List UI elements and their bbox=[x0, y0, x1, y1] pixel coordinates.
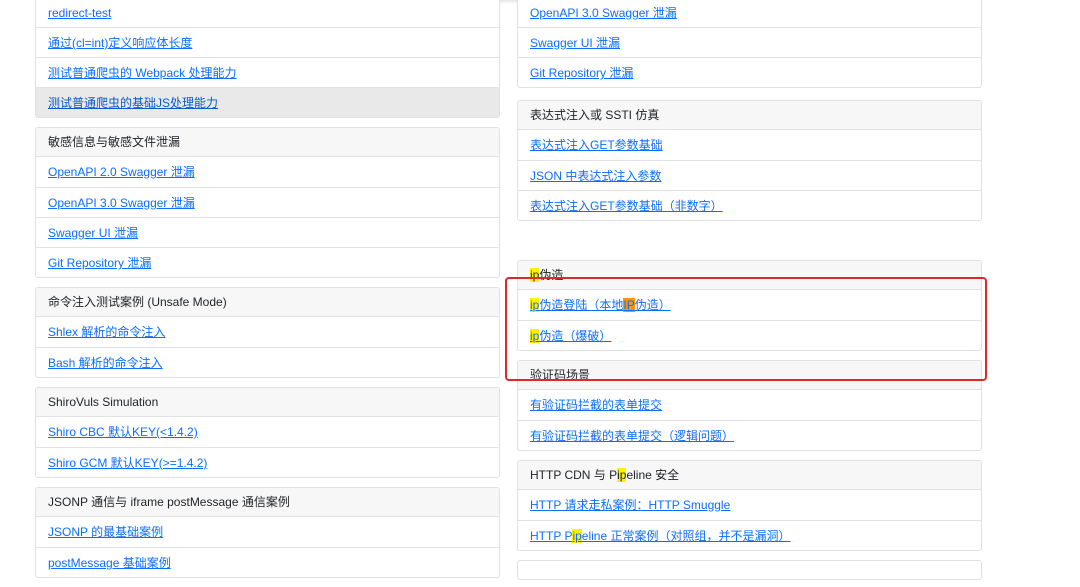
card-ip-spoof: ip伪造 ip伪造登陆（本地IP伪造） ip伪造（爆破） bbox=[517, 260, 982, 351]
list-item: Shiro CBC 默认KEY(<1.4.2) bbox=[36, 417, 499, 447]
link-webpack[interactable]: 测试普通爬虫的 Webpack 处理能力 bbox=[48, 66, 236, 80]
list-item: 表达式注入GET参数基础（非数字） bbox=[518, 190, 981, 220]
card-header: HTTP CDN 与 Pipeline 安全 bbox=[518, 461, 981, 490]
link-git-repo-right[interactable]: Git Repository 泄漏 bbox=[530, 66, 633, 80]
card-http-cdn-pipeline: HTTP CDN 与 Pipeline 安全 HTTP 请求走私案例：HTTP … bbox=[517, 460, 982, 551]
link-ssti-json[interactable]: JSON 中表达式注入参数 bbox=[530, 169, 661, 183]
list-item: OpenAPI 3.0 Swagger 泄漏 bbox=[36, 187, 499, 217]
link-ip-spoof-login[interactable]: ip伪造登陆（本地IP伪造） bbox=[530, 298, 671, 312]
search-highlight: ip bbox=[572, 529, 582, 543]
link-shiro-cbc[interactable]: Shiro CBC 默认KEY(<1.4.2) bbox=[48, 425, 198, 439]
search-highlight-current: IP bbox=[623, 298, 635, 312]
list-item: Swagger UI 泄漏 bbox=[518, 27, 981, 57]
link-http-pipeline[interactable]: HTTP Pipeline 正常案例（对照组，并不是漏洞） bbox=[530, 529, 791, 543]
link-ssti-get[interactable]: 表达式注入GET参数基础 bbox=[530, 138, 663, 152]
card-header: 表达式注入或 SSTI 仿真 bbox=[518, 101, 981, 130]
card-header: 验证码场景 bbox=[518, 361, 981, 390]
link-postmessage[interactable]: postMessage 基础案例 bbox=[48, 556, 171, 570]
link-ip-spoof-brute[interactable]: ip伪造（爆破） bbox=[530, 329, 611, 343]
card-shiro: ShiroVuls Simulation Shiro CBC 默认KEY(<1.… bbox=[35, 387, 500, 478]
link-shlex[interactable]: Shlex 解析的命令注入 bbox=[48, 325, 165, 339]
list-item: redirect-test bbox=[36, 0, 499, 27]
link-openapi-3[interactable]: OpenAPI 3.0 Swagger 泄漏 bbox=[48, 196, 195, 210]
list-item: JSON 中表达式注入参数 bbox=[518, 160, 981, 190]
left-column: redirect-test 通过(cl=int)定义响应体长度 测试普通爬虫的 … bbox=[35, 0, 500, 587]
link-cl-int[interactable]: 通过(cl=int)定义响应体长度 bbox=[48, 36, 192, 50]
list-item-active: 测试普通爬虫的基础JS处理能力 bbox=[36, 87, 499, 117]
search-highlight: ip bbox=[530, 298, 540, 312]
card-header: 命令注入测试案例 (Unsafe Mode) bbox=[36, 288, 499, 317]
card-captcha: 验证码场景 有验证码拦截的表单提交 有验证码拦截的表单提交（逻辑问题） bbox=[517, 360, 982, 451]
list-item: 有验证码拦截的表单提交（逻辑问题） bbox=[518, 420, 981, 450]
link-basic-js[interactable]: 测试普通爬虫的基础JS处理能力 bbox=[48, 96, 218, 110]
top-list-right: OpenAPI 3.0 Swagger 泄漏 Swagger UI 泄漏 Git… bbox=[517, 0, 982, 88]
link-swagger-ui[interactable]: Swagger UI 泄漏 bbox=[48, 226, 138, 240]
link-openapi-2[interactable]: OpenAPI 2.0 Swagger 泄漏 bbox=[48, 165, 195, 179]
card-header: JSONP 通信与 iframe postMessage 通信案例 bbox=[36, 488, 499, 517]
search-highlight: ip bbox=[530, 329, 540, 343]
list-item: 通过(cl=int)定义响应体长度 bbox=[36, 27, 499, 57]
list-item: Git Repository 泄漏 bbox=[36, 247, 499, 277]
list-item: HTTP 请求走私案例：HTTP Smuggle bbox=[518, 490, 981, 520]
list-item: 有验证码拦截的表单提交 bbox=[518, 390, 981, 420]
list-item: Git Repository 泄漏 bbox=[518, 57, 981, 87]
card-jsonp: JSONP 通信与 iframe postMessage 通信案例 JSONP … bbox=[35, 487, 500, 578]
list-item: OpenAPI 2.0 Swagger 泄漏 bbox=[36, 157, 499, 187]
card-next-partial bbox=[517, 560, 982, 580]
list-item: OpenAPI 3.0 Swagger 泄漏 bbox=[518, 0, 981, 27]
link-captcha-form[interactable]: 有验证码拦截的表单提交 bbox=[530, 398, 662, 412]
list-item: ip伪造（爆破） bbox=[518, 320, 981, 350]
link-captcha-logic[interactable]: 有验证码拦截的表单提交（逻辑问题） bbox=[530, 429, 734, 443]
card-header: ip伪造 bbox=[518, 261, 981, 290]
top-list-left: redirect-test 通过(cl=int)定义响应体长度 测试普通爬虫的 … bbox=[35, 0, 500, 118]
search-highlight: ip bbox=[530, 268, 540, 282]
link-ssti-get-nonnumeric[interactable]: 表达式注入GET参数基础（非数字） bbox=[530, 199, 723, 213]
list-item: Shiro GCM 默认KEY(>=1.4.2) bbox=[36, 447, 499, 477]
link-openapi-3-right[interactable]: OpenAPI 3.0 Swagger 泄漏 bbox=[530, 6, 677, 20]
card-sensitive-leak: 敏感信息与敏感文件泄漏 OpenAPI 2.0 Swagger 泄漏 OpenA… bbox=[35, 127, 500, 278]
list-item: postMessage 基础案例 bbox=[36, 547, 499, 577]
list-item: Swagger UI 泄漏 bbox=[36, 217, 499, 247]
list-item: HTTP Pipeline 正常案例（对照组，并不是漏洞） bbox=[518, 520, 981, 550]
list-item: JSONP 的最基础案例 bbox=[36, 517, 499, 547]
list-item: Shlex 解析的命令注入 bbox=[36, 317, 499, 347]
link-swagger-ui-right[interactable]: Swagger UI 泄漏 bbox=[530, 36, 620, 50]
link-jsonp[interactable]: JSONP 的最基础案例 bbox=[48, 525, 163, 539]
link-shiro-gcm[interactable]: Shiro GCM 默认KEY(>=1.4.2) bbox=[48, 456, 207, 470]
link-redirect-test[interactable]: redirect-test bbox=[48, 6, 111, 20]
card-header: 敏感信息与敏感文件泄漏 bbox=[36, 128, 499, 157]
list-item: 表达式注入GET参数基础 bbox=[518, 130, 981, 160]
list-item: 测试普通爬虫的 Webpack 处理能力 bbox=[36, 57, 499, 87]
link-git-repo[interactable]: Git Repository 泄漏 bbox=[48, 256, 151, 270]
card-ssti: 表达式注入或 SSTI 仿真 表达式注入GET参数基础 JSON 中表达式注入参… bbox=[517, 100, 982, 221]
link-http-smuggle[interactable]: HTTP 请求走私案例：HTTP Smuggle bbox=[530, 498, 730, 512]
list-item: Bash 解析的命令注入 bbox=[36, 347, 499, 377]
card-header: ShiroVuls Simulation bbox=[36, 388, 499, 417]
card-command-injection: 命令注入测试案例 (Unsafe Mode) Shlex 解析的命令注入 Bas… bbox=[35, 287, 500, 378]
right-column: OpenAPI 3.0 Swagger 泄漏 Swagger UI 泄漏 Git… bbox=[517, 0, 982, 587]
list-item: ip伪造登陆（本地IP伪造） bbox=[518, 290, 981, 320]
link-bash[interactable]: Bash 解析的命令注入 bbox=[48, 356, 163, 370]
